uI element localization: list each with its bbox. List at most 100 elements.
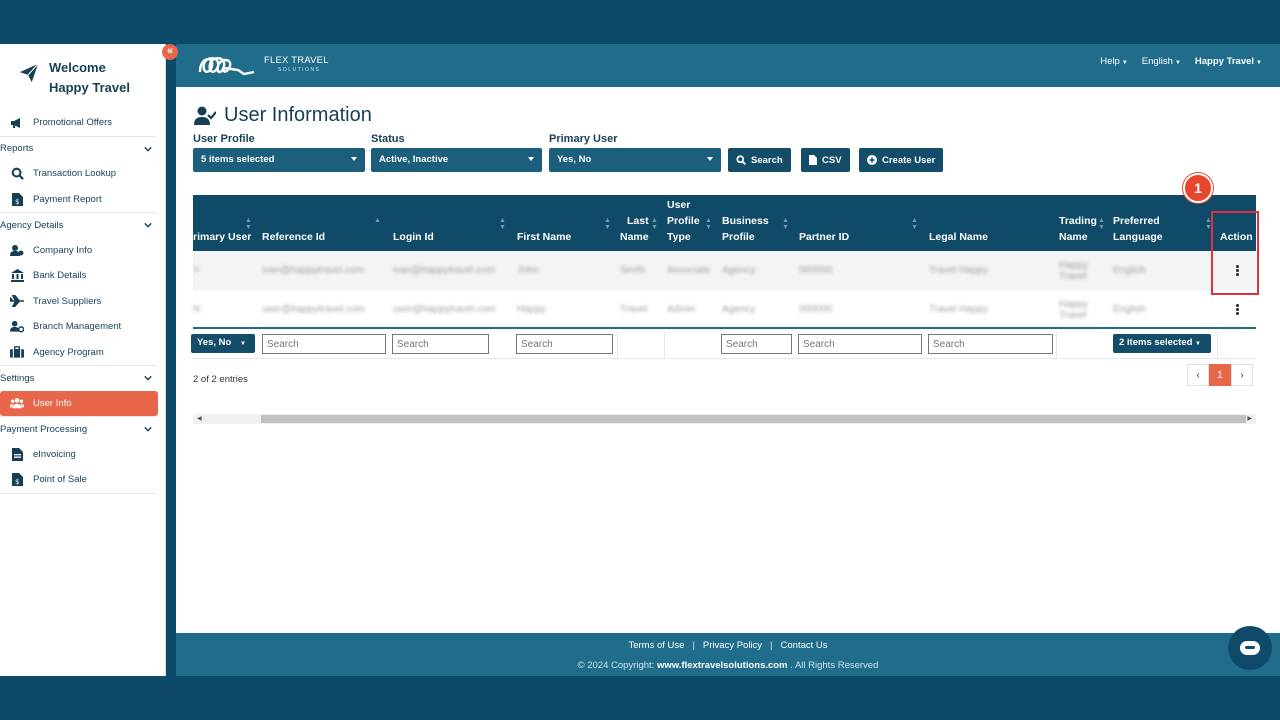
prev-page-button[interactable]: ‹: [1187, 364, 1209, 386]
sort-icon[interactable]: ▲ ▼: [499, 217, 506, 231]
sidebar-section-settings[interactable]: Settings: [0, 365, 156, 391]
sort-icon[interactable]: ▲ ▼: [604, 217, 611, 231]
col-first-name[interactable]: First Name: [517, 229, 571, 245]
caret-down-icon: ▼: [1174, 60, 1181, 66]
col-business-profile[interactable]: Business Profile: [722, 213, 769, 245]
user-label: Happy Travel: [1194, 56, 1255, 67]
col-last-name[interactable]: Last Name: [620, 213, 649, 245]
cell-user-profile-type: Admin: [667, 304, 696, 315]
sidebar-item-label: Branch Management: [33, 321, 122, 333]
sidebar-item-point-of-sale[interactable]: $ Point of Sale: [0, 467, 166, 493]
sidebar-item-bank-details[interactable]: Bank Details: [0, 263, 166, 289]
create-user-button[interactable]: Create User: [859, 148, 944, 172]
primary-user-select[interactable]: Yes, No: [549, 148, 721, 172]
sort-icon[interactable]: ▲ ▼: [245, 217, 252, 231]
sort-asc-icon[interactable]: ▲: [374, 217, 381, 224]
cell-preferred-language: English: [1113, 304, 1146, 315]
sidebar-section-reports[interactable]: Reports: [0, 135, 156, 162]
business-profile-filter-input[interactable]: [721, 334, 792, 354]
users-cog-icon: [10, 243, 24, 257]
csv-button[interactable]: CSV: [801, 148, 850, 172]
col-login-id[interactable]: Login Id: [393, 229, 434, 245]
cell-trading-name: Happy Travel: [1059, 298, 1088, 321]
legal-name-filter-input[interactable]: [928, 334, 1053, 354]
header-line: Language: [1113, 231, 1163, 243]
sidebar-item-einvoicing[interactable]: eInvoicing: [0, 442, 166, 468]
scrollbar-thumb[interactable]: [261, 415, 1246, 423]
login-id-filter-input[interactable]: [392, 334, 489, 354]
cell-legal-name: Travel Happy: [929, 304, 989, 315]
chevron-down-icon: [144, 146, 152, 152]
chat-button[interactable]: [1228, 626, 1272, 670]
page-button-current[interactable]: 1: [1209, 364, 1231, 386]
sort-icon[interactable]: ▲ ▼: [1098, 217, 1105, 231]
sort-icon[interactable]: ▲ ▼: [651, 217, 658, 231]
sort-icon[interactable]: ▲ ▼: [911, 217, 918, 231]
next-page-button[interactable]: ›: [1231, 364, 1253, 386]
sidebar-item-label: Travel Suppliers: [33, 295, 102, 307]
welcome-block: Welcome Happy Travel: [18, 58, 158, 102]
sidebar-item-label: eInvoicing: [33, 448, 76, 460]
contact-link[interactable]: Contact Us: [781, 640, 828, 651]
col-reference-id[interactable]: Reference Id: [262, 229, 325, 245]
col-partner-id[interactable]: Partner ID: [799, 229, 849, 245]
copyright-suffix: . All Rights Reserved: [787, 660, 879, 671]
cell-partner-id: 000000: [799, 265, 833, 276]
primary-user-column-filter[interactable]: Yes, No ▼: [191, 334, 255, 353]
cell-business-profile: Agency: [722, 265, 756, 276]
flex-travel-logo[interactable]: FLEX TRAVEL SOLUTIONS: [198, 52, 348, 78]
create-user-button-label: Create User: [882, 154, 936, 166]
scroll-left-icon[interactable]: ◀: [197, 415, 202, 422]
header-line: Profile: [667, 215, 700, 227]
collapse-sidebar-button[interactable]: «: [162, 44, 178, 60]
user-profile-select[interactable]: 5 items selected: [193, 148, 365, 172]
search-icon: [736, 155, 746, 165]
sidebar-item-agency-program[interactable]: Agency Program: [0, 340, 166, 366]
search-button[interactable]: Search: [728, 148, 791, 172]
sidebar-item-user-info[interactable]: User Info: [0, 390, 158, 416]
sidebar-item-payment-report[interactable]: $ Payment Report: [0, 187, 166, 213]
megaphone-icon: [10, 116, 24, 130]
main-content: User Information User Profile 5 items se…: [176, 87, 1280, 633]
column-filter-row: Yes, No ▼ 2 items selected ▼: [191, 331, 1256, 359]
col-trading-name[interactable]: Trading Name: [1059, 213, 1097, 245]
cell-last-name: Travel: [620, 304, 648, 315]
col-user-profile-type[interactable]: User Profile Type: [667, 197, 700, 245]
privacy-link[interactable]: Privacy Policy: [703, 640, 762, 651]
users-icon: [10, 396, 24, 410]
sidebar-item-company-info[interactable]: Company Info: [0, 238, 166, 264]
status-select[interactable]: Active, Inactive: [371, 148, 542, 172]
col-primary-user[interactable]: rimary User: [193, 229, 251, 245]
reference-id-filter-input[interactable]: [262, 334, 386, 354]
sidebar-item-promotional-offers[interactable]: Promotional Offers: [0, 110, 166, 136]
sidebar-item-travel-suppliers[interactable]: Travel Suppliers: [0, 289, 166, 315]
sort-icon[interactable]: ▲ ▼: [782, 217, 789, 231]
entries-count: 2 of 2 entries: [193, 374, 248, 385]
sidebar-section-agency-details[interactable]: Agency Details: [0, 212, 156, 238]
cell-partner-id: 000000: [799, 304, 833, 315]
cell-business-profile: Agency: [722, 304, 756, 315]
cell-login-id: user@happytravel.com: [393, 304, 496, 315]
help-menu[interactable]: Help ▼: [1100, 56, 1128, 67]
caret-down-icon: [707, 157, 713, 161]
user-menu[interactable]: Happy Travel ▼: [1195, 56, 1262, 67]
site-link[interactable]: www.flextravelsolutions.com: [657, 660, 788, 671]
col-preferred-language[interactable]: Preferred Language: [1113, 213, 1163, 245]
partner-id-filter-input[interactable]: [798, 334, 922, 354]
file-dollar-icon: $: [10, 473, 24, 487]
scroll-right-icon[interactable]: ▶: [1247, 415, 1252, 422]
terms-link[interactable]: Terms of Use: [628, 640, 684, 651]
first-name-filter-input[interactable]: [516, 334, 613, 354]
horizontal-scrollbar[interactable]: ◀ ▶: [193, 414, 1256, 424]
row-actions-kebab-icon[interactable]: [1236, 304, 1239, 316]
cell-primary-user: Y: [193, 265, 200, 276]
footer: Terms of Use | Privacy Policy | Contact Us ©…: [176, 633, 1280, 676]
sort-icon[interactable]: ▲ ▼: [705, 217, 712, 231]
language-menu[interactable]: English ▼: [1142, 56, 1181, 67]
sidebar-item-transaction-lookup[interactable]: Transaction Lookup: [0, 161, 166, 187]
sidebar-section-payment-processing[interactable]: Payment Processing: [0, 416, 156, 442]
language-column-filter[interactable]: 2 items selected ▼: [1113, 334, 1211, 353]
action-column-highlight: [1211, 211, 1259, 295]
sidebar-item-branch-management[interactable]: Branch Management: [0, 314, 166, 340]
col-legal-name[interactable]: Legal Name: [929, 229, 988, 245]
